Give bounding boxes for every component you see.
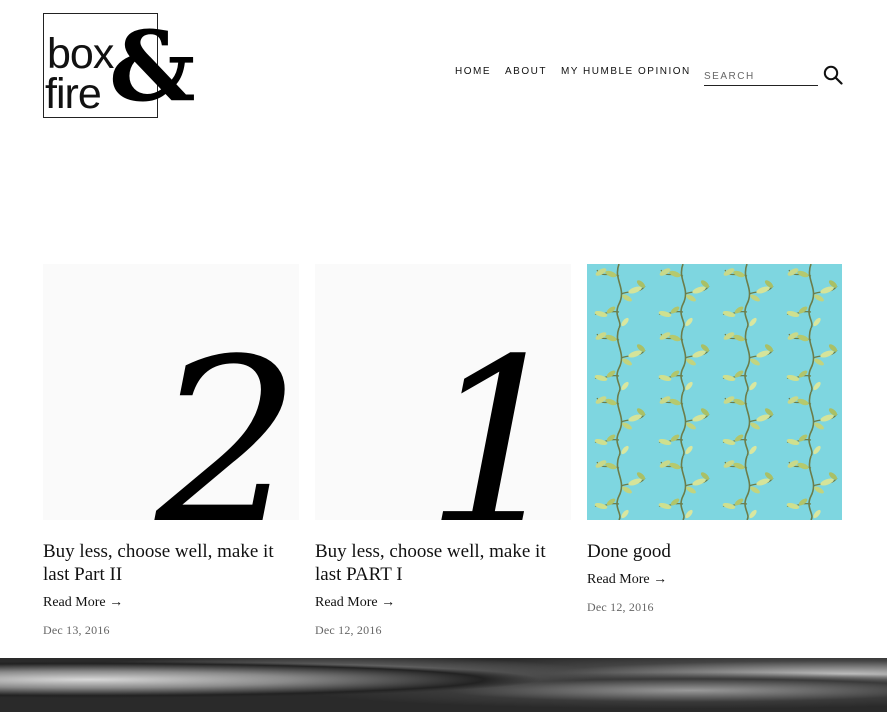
post-title[interactable]: Buy less, choose well, make it last PART… bbox=[315, 540, 571, 586]
numeral-one-graphic: 1 bbox=[424, 311, 571, 521]
post-card: 1 Buy less, choose well, make it last PA… bbox=[315, 264, 571, 638]
post-card: Done good Read More → Dec 12, 2016 bbox=[587, 264, 842, 615]
nav-home[interactable]: HOME bbox=[455, 66, 491, 77]
post-card: 2 Buy less, choose well, make it last Pa… bbox=[43, 264, 299, 638]
search-input[interactable] bbox=[704, 62, 818, 86]
post-title[interactable]: Done good bbox=[587, 540, 842, 563]
logo-text-fire: fire bbox=[45, 70, 102, 118]
search-icon[interactable] bbox=[823, 65, 843, 85]
post-thumbnail[interactable]: 1 bbox=[315, 264, 571, 520]
site-logo[interactable]: box fire & bbox=[43, 13, 196, 124]
search-form bbox=[704, 62, 843, 88]
footer-banner-image bbox=[0, 658, 887, 712]
read-more-link[interactable]: Read More → bbox=[315, 595, 571, 611]
post-thumbnail[interactable]: 2 bbox=[43, 264, 299, 520]
post-title[interactable]: Buy less, choose well, make it last Part… bbox=[43, 540, 299, 586]
post-date: Dec 12, 2016 bbox=[587, 600, 654, 614]
main-nav: HOME ABOUT MY HUMBLE OPINION bbox=[455, 66, 705, 77]
leaf-pattern-image bbox=[587, 264, 842, 520]
numeral-two-graphic: 2 bbox=[154, 311, 299, 521]
post-thumbnail[interactable] bbox=[587, 264, 842, 520]
post-date: Dec 13, 2016 bbox=[43, 623, 110, 637]
read-more-link[interactable]: Read More → bbox=[587, 572, 842, 588]
read-more-link[interactable]: Read More → bbox=[43, 595, 299, 611]
logo-ampersand: & bbox=[109, 10, 196, 123]
nav-about[interactable]: ABOUT bbox=[505, 66, 547, 77]
post-date: Dec 12, 2016 bbox=[315, 623, 382, 637]
nav-my-humble-opinion[interactable]: MY HUMBLE OPINION bbox=[561, 66, 691, 77]
